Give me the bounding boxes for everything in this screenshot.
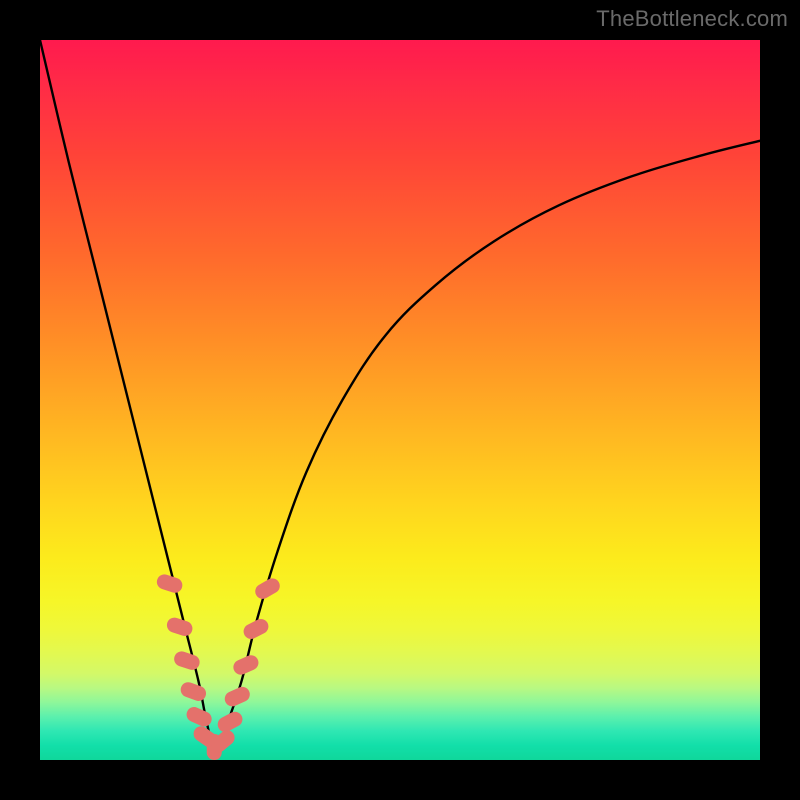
chart-svg [40,40,760,760]
curve-marker [222,685,252,709]
watermark-text: TheBottleneck.com [596,6,788,32]
curve-marker [172,649,201,671]
curve-marker [165,616,194,638]
curve-marker [184,705,214,729]
curve-marker [155,572,184,594]
curve-marker [231,653,261,677]
plot-area [40,40,760,760]
curve-marker [179,680,209,703]
bottleneck-curve [40,40,760,749]
chart-frame: TheBottleneck.com [0,0,800,800]
